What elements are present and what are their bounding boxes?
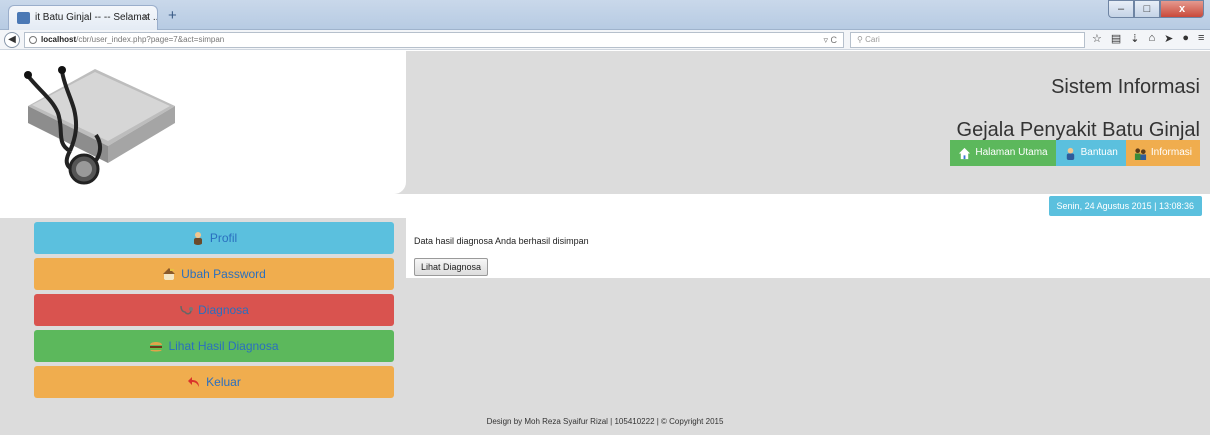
sidebar-item-label: Profil xyxy=(209,231,238,245)
sidebar: Profil Ubah Password Diagnosa Lihat Hasi… xyxy=(0,218,406,435)
bookmarks-list-icon[interactable]: ▤ xyxy=(1111,32,1121,45)
lihat-diagnosa-button[interactable]: Lihat Diagnosa xyxy=(414,258,489,276)
logo-panel xyxy=(0,51,406,194)
sidebar-item-label: Ubah Password xyxy=(181,267,266,281)
reload-icon[interactable]: ▿ C xyxy=(823,33,837,47)
tab-close-icon[interactable]: × xyxy=(143,11,149,23)
footer: Design by Moh Reza Syaifur Rizal | 10541… xyxy=(486,417,724,426)
site-header: Sistem Informasi Gejala Penyakit Batu Gi… xyxy=(0,51,1210,194)
search-input[interactable]: ⚲ Cari xyxy=(850,32,1085,48)
new-tab-icon[interactable]: + xyxy=(168,7,177,24)
stethoscope-icon xyxy=(180,305,194,315)
chat-icon[interactable]: ● xyxy=(1182,32,1189,45)
user-help-icon xyxy=(1066,147,1074,160)
sidebar-item-profil[interactable]: Profil xyxy=(34,222,394,254)
home-browser-icon[interactable]: ⌂ xyxy=(1149,32,1156,45)
browser-titlebar: it Batu Ginjal -- -- Selamat ... × + – □… xyxy=(0,0,1210,30)
minimize-button[interactable]: – xyxy=(1108,0,1134,18)
nav-bantuan[interactable]: Bantuan xyxy=(1055,140,1126,166)
search-icon: ⚲ xyxy=(857,35,863,44)
url-host: localhost xyxy=(41,35,77,44)
url-path: /cbr/user_index.php?page=7&act=simpan xyxy=(76,35,225,44)
user-icon xyxy=(193,232,202,245)
globe-icon xyxy=(29,36,37,44)
exit-arrow-icon xyxy=(188,377,200,387)
site-title-line1: Sistem Informasi xyxy=(1051,76,1200,98)
success-message: Data hasil diagnosa Anda berhasil disimp… xyxy=(414,236,589,246)
close-window-button[interactable]: x xyxy=(1160,0,1204,18)
nav-bantuan-label: Bantuan xyxy=(1080,147,1118,158)
send-icon[interactable]: ➤ xyxy=(1164,32,1173,45)
browser-toolbar: ☆ ▤ ⇣ ⌂ ➤ ● ≡ xyxy=(1092,32,1204,45)
maximize-button[interactable]: □ xyxy=(1134,0,1160,18)
home-icon xyxy=(959,147,971,159)
sidebar-item-keluar[interactable]: Keluar xyxy=(34,366,394,398)
sidebar-item-lihat-hasil-diagnosa[interactable]: Lihat Hasil Diagnosa xyxy=(34,330,394,362)
stethoscope-logo xyxy=(24,66,175,185)
browser-tab[interactable]: it Batu Ginjal -- -- Selamat ... × xyxy=(8,5,158,30)
menu-hamburger-icon[interactable]: ≡ xyxy=(1198,32,1204,45)
content-background xyxy=(406,278,1210,435)
burger-icon xyxy=(150,342,163,352)
address-bar[interactable]: localhost/cbr/user_index.php?page=7&act=… xyxy=(24,32,844,48)
back-arrow-icon[interactable]: ◀ xyxy=(4,32,20,48)
datetime-badge: Senin, 24 Agustus 2015 | 13:08:36 xyxy=(1048,196,1202,216)
download-icon[interactable]: ⇣ xyxy=(1130,32,1139,45)
tab-title: it Batu Ginjal -- -- Selamat ... xyxy=(35,12,158,23)
sidebar-item-label: Keluar xyxy=(206,375,241,389)
sidebar-item-ubah-password[interactable]: Ubah Password xyxy=(34,258,394,290)
date-bar: Senin, 24 Agustus 2015 | 13:08:36 xyxy=(0,194,1210,218)
sidebar-item-label: Lihat Hasil Diagnosa xyxy=(168,339,279,353)
nav-halaman-utama-label: Halaman Utama xyxy=(975,147,1048,158)
sidebar-item-label: Diagnosa xyxy=(198,303,249,317)
search-placeholder: Cari xyxy=(865,35,880,44)
favicon-icon xyxy=(17,12,30,24)
bookmark-star-icon[interactable]: ☆ xyxy=(1092,32,1102,45)
nav-halaman-utama[interactable]: Halaman Utama xyxy=(950,140,1056,166)
browser-navbar: ◀ localhost/cbr/user_index.php?page=7&ac… xyxy=(0,30,1210,50)
window-controls: – □ x xyxy=(1108,0,1204,20)
nav-informasi-label: Informasi xyxy=(1150,147,1192,158)
key-house-icon xyxy=(163,268,176,280)
sidebar-item-diagnosa[interactable]: Diagnosa xyxy=(34,294,394,326)
nav-informasi[interactable]: Informasi xyxy=(1125,140,1200,166)
main-content: Data hasil diagnosa Anda berhasil disimp… xyxy=(406,218,1210,278)
info-people-icon xyxy=(1134,147,1146,160)
top-navigation: Halaman Utama Bantuan Informasi xyxy=(950,140,1200,166)
